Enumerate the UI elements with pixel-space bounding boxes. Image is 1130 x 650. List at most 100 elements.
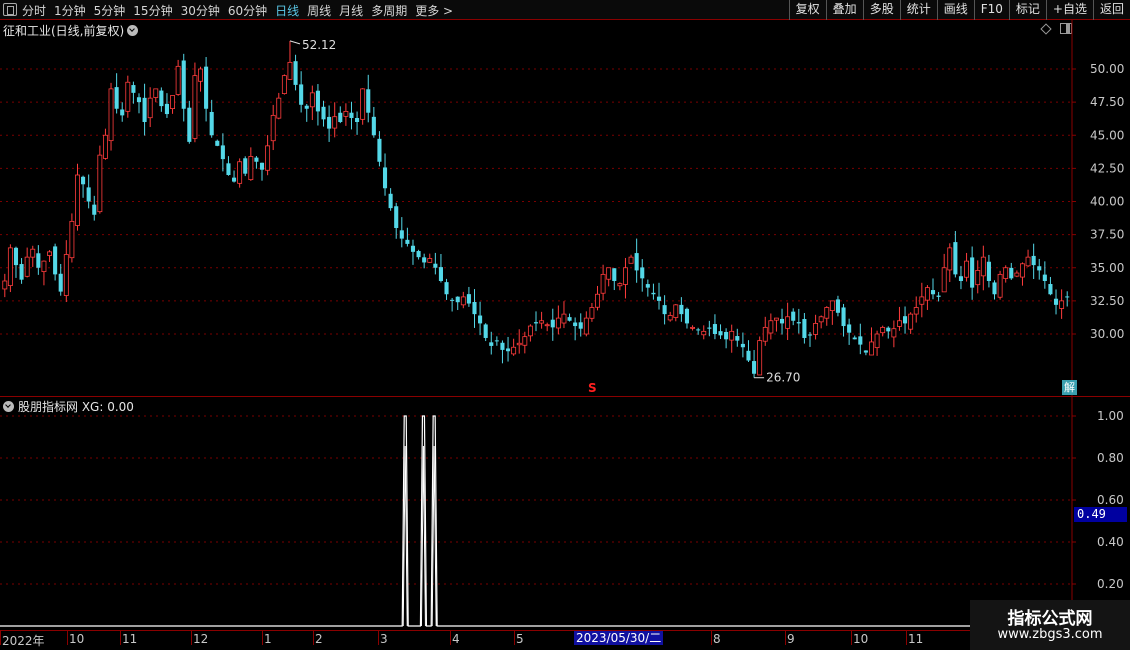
indicator-tick-label: 0.80 bbox=[1097, 451, 1124, 465]
candle-body bbox=[505, 348, 511, 352]
candle-body bbox=[841, 307, 846, 327]
date-label: 2022年 bbox=[2, 634, 45, 648]
date-cursor-label: 2023/05/30/二 bbox=[574, 631, 664, 645]
candle-body bbox=[53, 246, 58, 275]
candle-body bbox=[265, 145, 271, 171]
candle-body bbox=[450, 299, 455, 301]
candle-body bbox=[762, 326, 768, 342]
candle-body bbox=[108, 88, 114, 142]
candle-body bbox=[321, 106, 326, 120]
candle-body bbox=[2, 280, 8, 290]
candle-body bbox=[494, 340, 499, 342]
date-label: 2 bbox=[315, 632, 323, 646]
candle-body bbox=[181, 60, 186, 109]
date-tick bbox=[711, 631, 712, 645]
candle-body bbox=[466, 294, 471, 304]
candle-body bbox=[818, 316, 824, 323]
candle-body bbox=[125, 81, 131, 112]
candle-body bbox=[835, 299, 840, 313]
candle-body bbox=[293, 61, 298, 85]
price-tick-label: 32.50 bbox=[1090, 294, 1124, 308]
candle-body bbox=[1025, 256, 1031, 267]
candle-body bbox=[349, 112, 354, 119]
candle-body bbox=[92, 204, 97, 215]
candle-body bbox=[539, 320, 545, 324]
date-tick bbox=[851, 631, 852, 645]
candle-body bbox=[667, 315, 673, 321]
candle-body bbox=[600, 273, 606, 294]
candle-body bbox=[936, 295, 941, 297]
candle-body bbox=[1042, 274, 1047, 281]
candle-body bbox=[573, 322, 578, 327]
candle-body bbox=[97, 154, 103, 213]
candle-body bbox=[30, 248, 36, 258]
candle-body bbox=[696, 329, 701, 331]
watermark: 指标公式网 www.zbgs3.com bbox=[970, 600, 1130, 650]
candle-body bbox=[209, 111, 214, 136]
candle-body bbox=[192, 75, 198, 139]
candle-body bbox=[478, 315, 483, 324]
date-label: 11 bbox=[908, 632, 924, 646]
date-tick bbox=[120, 631, 121, 645]
candle-body bbox=[544, 324, 550, 327]
indicator-tick-label: 0.20 bbox=[1097, 577, 1124, 591]
candle-body bbox=[232, 177, 237, 182]
date-tick bbox=[906, 631, 907, 645]
candle-body bbox=[874, 333, 880, 349]
candle-body bbox=[913, 307, 919, 315]
candle-body bbox=[460, 296, 466, 306]
candle-body bbox=[583, 317, 589, 335]
candle-body bbox=[422, 257, 427, 263]
candle-body bbox=[516, 342, 522, 346]
date-label: 3 bbox=[380, 632, 388, 646]
candle-body bbox=[829, 300, 835, 312]
candle-body bbox=[869, 341, 874, 356]
candle-body bbox=[114, 87, 119, 109]
candle-body bbox=[891, 328, 897, 338]
candle-body bbox=[824, 307, 830, 319]
candle-body bbox=[701, 330, 707, 336]
price-tick-label: 42.50 bbox=[1090, 161, 1124, 175]
candle-body bbox=[662, 305, 667, 315]
candle-body bbox=[455, 296, 460, 303]
jie-button[interactable]: 解 bbox=[1062, 380, 1077, 395]
candle-body bbox=[606, 267, 612, 280]
indicator-tick-label: 1.00 bbox=[1097, 409, 1124, 423]
candle-body bbox=[394, 206, 399, 228]
candle-body bbox=[673, 304, 679, 318]
candle-body bbox=[617, 283, 623, 287]
candle-body bbox=[304, 105, 309, 109]
candle-body bbox=[740, 343, 745, 348]
price-tick-label: 37.50 bbox=[1090, 228, 1124, 242]
candle-body bbox=[992, 282, 997, 295]
candle-body bbox=[533, 322, 539, 324]
date-tick bbox=[0, 631, 1, 645]
candle-body bbox=[640, 267, 645, 279]
candle-body bbox=[555, 317, 561, 329]
candle-body bbox=[690, 326, 696, 329]
candle-body bbox=[315, 90, 320, 112]
candle-body bbox=[248, 156, 254, 181]
price-tick-label: 45.00 bbox=[1090, 128, 1124, 142]
date-tick bbox=[191, 631, 192, 645]
price-tick-label: 40.00 bbox=[1090, 195, 1124, 209]
s-signal-marker[interactable]: S bbox=[588, 381, 597, 395]
candle-body bbox=[527, 325, 533, 337]
candle-body bbox=[779, 318, 785, 324]
candle-body bbox=[567, 317, 572, 321]
candle-body bbox=[623, 267, 628, 285]
kline-chart[interactable]: 50.00 47.50 45.00 42.50 40.00 37.50 35.00 32.50… bbox=[0, 0, 1130, 650]
candle-body bbox=[645, 284, 650, 288]
candle-body bbox=[41, 260, 47, 273]
candle-body bbox=[986, 261, 991, 281]
price-tick-label: 47.50 bbox=[1090, 95, 1124, 109]
candle-body bbox=[472, 301, 477, 315]
indicator-tick-label: 0.60 bbox=[1097, 493, 1124, 507]
candle-body bbox=[651, 292, 656, 295]
high-price-label: 52.12 bbox=[302, 38, 336, 52]
candle-body bbox=[813, 322, 819, 335]
candle-body bbox=[500, 342, 505, 350]
candle-body bbox=[438, 267, 443, 281]
candle-body bbox=[366, 89, 371, 113]
candle-body bbox=[19, 264, 24, 280]
